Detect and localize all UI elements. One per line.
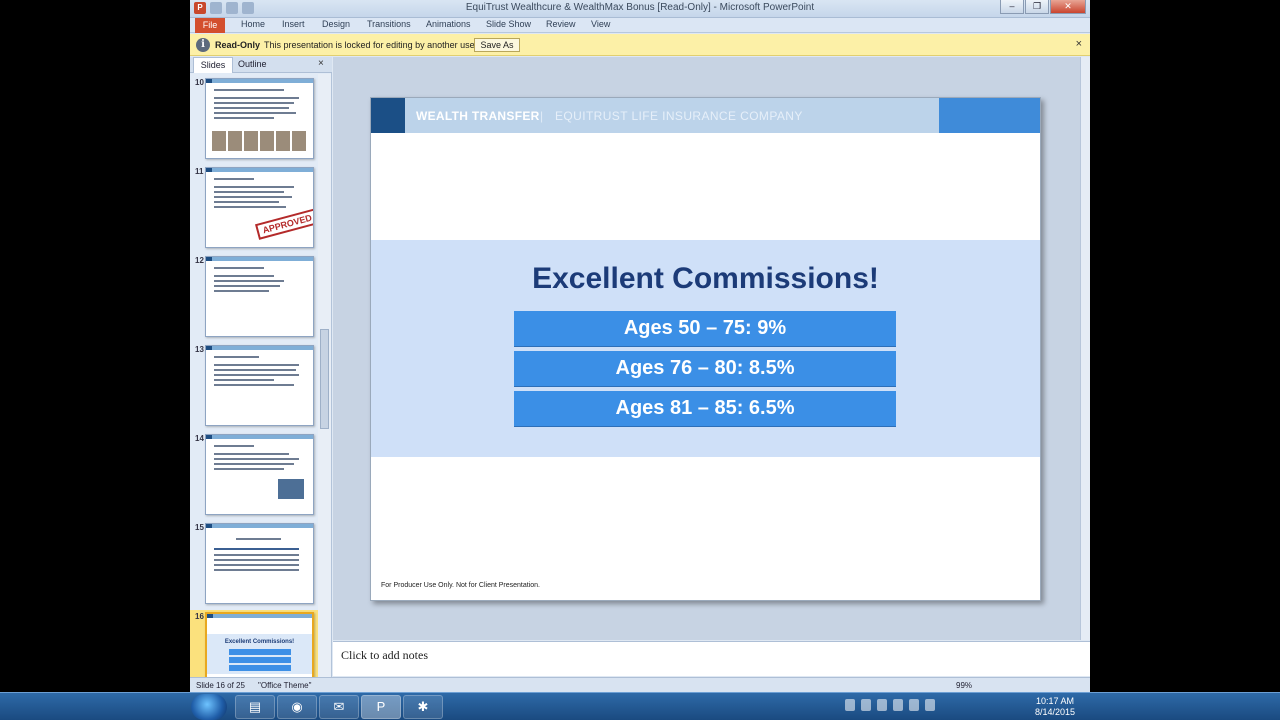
slide-company: EQUITRUST LIFE INSURANCE COMPANY	[555, 109, 803, 123]
title-bar: P EquiTrust Wealthcure & WealthMax Bonus…	[190, 0, 1090, 18]
taskbar-clock[interactable]: 10:17 AM 8/14/2015	[1035, 696, 1075, 718]
info-icon: i	[196, 38, 210, 52]
slide-editing-area: WEALTH TRANSFER | EQUITRUST LIFE INSURAN…	[333, 57, 1090, 640]
photo-strip	[212, 131, 306, 151]
tab-file[interactable]: File	[195, 18, 225, 33]
thumbnail-slide-15[interactable]: 15	[190, 521, 318, 607]
read-only-message-bar: i Read-Only This presentation is locked …	[190, 34, 1090, 56]
chrome-icon[interactable]: ◉	[277, 695, 317, 719]
thumbnail-image: APPROVED	[205, 167, 314, 248]
tab-animations[interactable]: Animations	[426, 19, 471, 29]
slide-number: 13	[195, 345, 204, 354]
notes-pane[interactable]: Click to add notes	[333, 641, 1090, 676]
thumbnail-image	[205, 78, 314, 159]
read-only-label: Read-Only	[215, 40, 261, 50]
window-controls: – ❐ ✕	[999, 0, 1086, 14]
tray-icon[interactable]	[845, 699, 855, 711]
zoom-level[interactable]: 99%	[956, 681, 972, 690]
explorer-icon[interactable]: ▤	[235, 695, 275, 719]
slide-number: 16	[195, 612, 204, 621]
thumbnail-image	[205, 256, 314, 337]
slide-header-separator: |	[540, 109, 544, 123]
powerpoint-window: P EquiTrust Wealthcure & WealthMax Bonus…	[190, 0, 1090, 692]
slide-thumbnail-list: 10 11 APPROVED 12 13 14 15 16 Excellent …	[190, 74, 318, 677]
tab-view[interactable]: View	[591, 19, 610, 29]
commission-row[interactable]: Ages 50 – 75: 9%	[514, 311, 896, 346]
save-as-button[interactable]: Save As	[474, 38, 520, 52]
slide-footer: For Producer Use Only. Not for Client Pr…	[381, 582, 540, 589]
thumbnail-image	[205, 523, 314, 604]
thumbnail-image	[205, 345, 314, 426]
panel-close-icon[interactable]: ×	[318, 58, 324, 69]
window-title: EquiTrust Wealthcure & WealthMax Bonus […	[465, 2, 815, 13]
thumbnail-slide-10[interactable]: 10	[190, 76, 318, 162]
minimize-button[interactable]: –	[1000, 0, 1024, 14]
tab-design[interactable]: Design	[322, 19, 350, 29]
message-bar-close-icon[interactable]: ×	[1076, 38, 1082, 50]
panel-tabs: Slides Outline ×	[190, 57, 332, 73]
ribbon-tabs: File Home Insert Design Transitions Anim…	[190, 18, 1090, 33]
slide-number: 15	[195, 523, 204, 532]
tab-home[interactable]: Home	[241, 19, 265, 29]
panel-scrollbar[interactable]	[318, 74, 331, 677]
thumbnail-slide-14[interactable]: 14	[190, 432, 318, 518]
commission-row[interactable]: Ages 76 – 80: 8.5%	[514, 351, 896, 386]
tab-slides[interactable]: Slides	[193, 57, 233, 73]
scrollbar-thumb[interactable]	[320, 329, 329, 429]
windows-taskbar: ▤ ◉ ✉ P ✱ 10:17 AM 8/14/2015	[0, 692, 1280, 720]
maximize-button[interactable]: ❐	[1025, 0, 1049, 14]
read-only-message: This presentation is locked for editing …	[264, 40, 480, 50]
slide-header: WEALTH TRANSFER | EQUITRUST LIFE INSURAN…	[371, 98, 1040, 133]
tab-review[interactable]: Review	[546, 19, 576, 29]
approved-stamp: APPROVED	[254, 208, 313, 240]
slide-counter: Slide 16 of 25	[196, 681, 245, 690]
thumbnail-image: Excellent Commissions!	[205, 612, 314, 677]
slide-number: 10	[195, 78, 204, 87]
thumbnail-slide-12[interactable]: 12	[190, 254, 318, 340]
current-slide[interactable]: WEALTH TRANSFER | EQUITRUST LIFE INSURAN…	[370, 97, 1041, 601]
tray-icon[interactable]	[925, 699, 935, 711]
tray-icon[interactable]	[909, 699, 919, 711]
slide-scrollbar[interactable]	[1080, 57, 1090, 640]
tray-icon[interactable]	[877, 699, 887, 711]
app-icon[interactable]: ✱	[403, 695, 443, 719]
powerpoint-taskbar-icon[interactable]: P	[361, 695, 401, 719]
slide-title[interactable]: Excellent Commissions!	[371, 262, 1040, 296]
start-button[interactable]	[191, 694, 227, 720]
clock-date: 8/14/2015	[1035, 707, 1076, 717]
thumbnail-picture	[278, 479, 304, 499]
status-bar: Slide 16 of 25 "Office Theme" 99%	[190, 677, 1090, 692]
tab-insert[interactable]: Insert	[282, 19, 305, 29]
thumbnail-slide-16[interactable]: 16 Excellent Commissions!	[190, 610, 318, 677]
theme-name[interactable]: "Office Theme"	[258, 681, 311, 690]
system-tray	[845, 699, 935, 711]
tab-slide-show[interactable]: Slide Show	[486, 19, 531, 29]
notes-placeholder[interactable]: Click to add notes	[341, 648, 428, 663]
tab-outline[interactable]: Outline	[238, 59, 267, 69]
slide-number: 14	[195, 434, 204, 443]
clock-time: 10:17 AM	[1036, 696, 1075, 706]
close-button[interactable]: ✕	[1050, 0, 1086, 14]
thumbnail-image	[205, 434, 314, 515]
tray-icon[interactable]	[893, 699, 903, 711]
tray-icon[interactable]	[861, 699, 871, 711]
slide-number: 11	[195, 167, 204, 176]
thumbnail-title: Excellent Commissions!	[224, 639, 295, 645]
thumbnail-slide-13[interactable]: 13	[190, 343, 318, 429]
commission-row[interactable]: Ages 81 – 85: 6.5%	[514, 391, 896, 426]
slide-brand: WEALTH TRANSFER	[416, 109, 540, 123]
outlook-icon[interactable]: ✉	[319, 695, 359, 719]
slide-number: 12	[195, 256, 204, 265]
slides-panel: Slides Outline × 10 11 APPROVED 12 13 14…	[190, 57, 332, 677]
thumbnail-slide-11[interactable]: 11 APPROVED	[190, 165, 318, 251]
tab-transitions[interactable]: Transitions	[367, 19, 411, 29]
